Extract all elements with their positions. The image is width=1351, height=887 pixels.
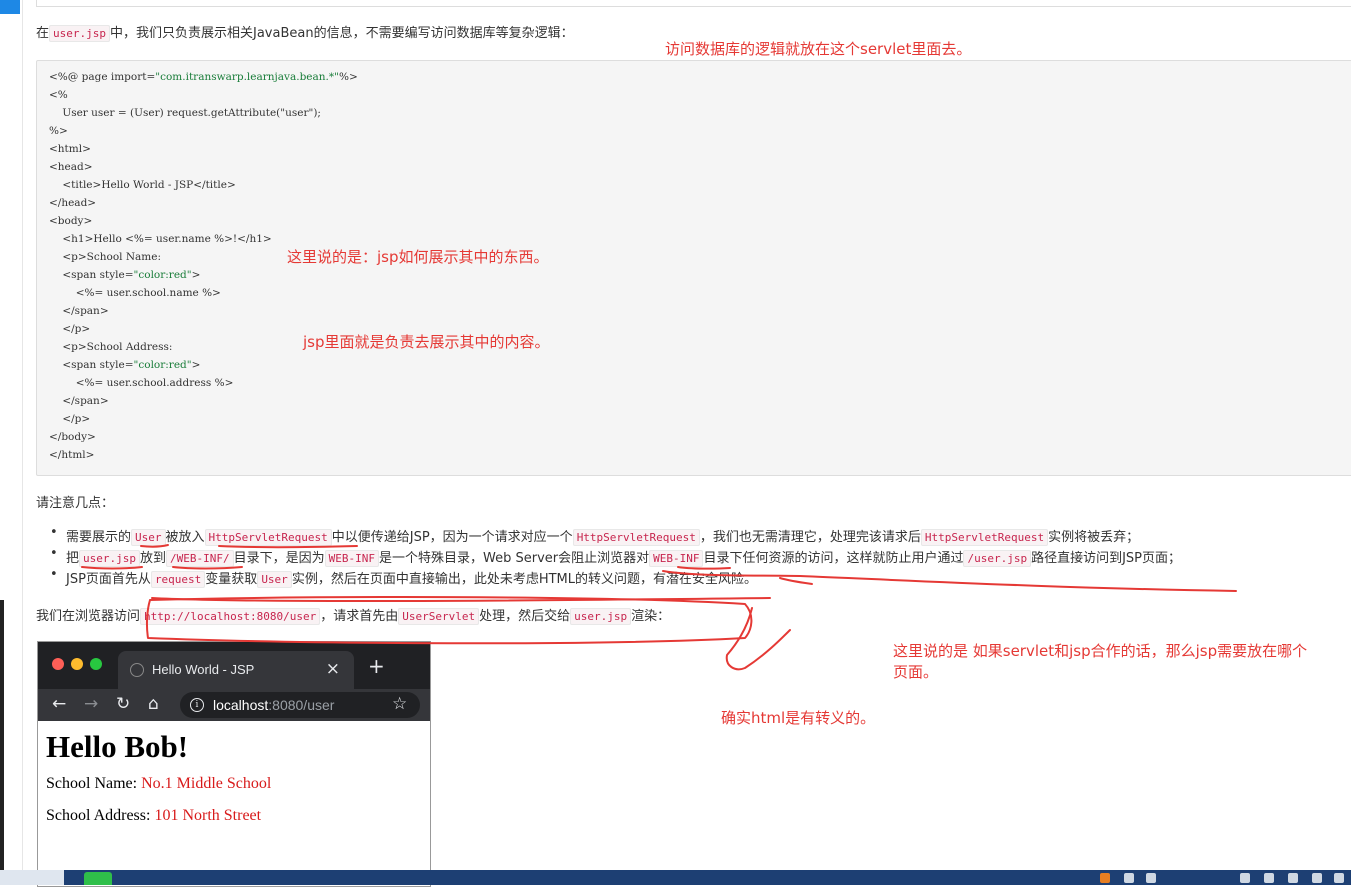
forward-arrow-icon[interactable]: → xyxy=(84,694,98,714)
code-line: </span> xyxy=(49,305,109,317)
tab-title: Hello World - JSP xyxy=(152,662,255,677)
annotation-html-escape: 确实html是有转义的。 xyxy=(721,709,876,727)
annotation-line: 页面。 xyxy=(893,663,939,681)
rail-accent xyxy=(0,0,20,14)
globe-icon xyxy=(130,663,144,677)
browser-toolbar: ← → ↻ ⌂ i localhost:8080/user ☆ xyxy=(38,689,430,721)
inline-code: User xyxy=(131,529,166,546)
windows-taskbar xyxy=(0,870,1351,885)
code-line: <span style="color:red"> xyxy=(49,359,201,371)
window-close-dot[interactable] xyxy=(52,658,64,670)
code-line: </body> xyxy=(49,431,96,443)
inline-code: HttpServletRequest xyxy=(572,529,700,546)
tray-icon[interactable] xyxy=(1240,873,1250,883)
inline-code: WEB-INF xyxy=(649,550,704,567)
inline-code: HttpServletRequest xyxy=(204,529,332,546)
annotation-jsp-display: 这里说的是：jsp如何展示其中的东西。 xyxy=(287,248,549,266)
annotation-jsp-content: jsp里面就是负责去展示其中的内容。 xyxy=(303,333,550,351)
annotation-servlet-logic: 访问数据库的逻辑就放在这个servlet里面去。 xyxy=(665,40,972,58)
code-line: <body> xyxy=(49,215,93,227)
code-line: <%= user.school.name %> xyxy=(49,287,221,299)
squiggle xyxy=(725,607,791,671)
tray-icon[interactable] xyxy=(1264,873,1274,883)
tray-volume-icon[interactable] xyxy=(1146,873,1156,883)
tray-icon[interactable] xyxy=(1334,873,1344,883)
code-block: <%@ page import="com.itranswarp.learnjav… xyxy=(36,60,1351,476)
previous-block-border xyxy=(36,0,1351,7)
code-line: </html> xyxy=(49,449,95,461)
annotation-line: 这里说的是 如果servlet和jsp合作的话，那么jsp需要放在哪个 xyxy=(893,642,1308,660)
rail-scroll-marker xyxy=(0,600,4,870)
new-tab-button[interactable]: + xyxy=(368,654,385,678)
code-line: <%@ page import="com.itranswarp.learnjav… xyxy=(49,71,358,83)
code-line: </p> xyxy=(49,323,91,335)
tray-network-icon[interactable] xyxy=(1124,873,1134,883)
reload-icon[interactable]: ↻ xyxy=(116,694,130,714)
code-line: <p>School Name: xyxy=(49,251,161,263)
notes-list: 需要展示的User被放入HttpServletRequest中以便传递给JSP，… xyxy=(50,525,1181,589)
inline-code: user.jsp xyxy=(79,550,140,567)
browser-screenshot: Hello World - JSP × + ← → ↻ ⌂ i localhos… xyxy=(37,641,431,887)
window-minimize-dot[interactable] xyxy=(71,658,83,670)
code-line: </span> xyxy=(49,395,109,407)
school-address-line: School Address: 101 North Street xyxy=(46,807,262,824)
inline-code-url: http://localhost:8080/user xyxy=(140,608,321,625)
school-name-line: School Name: No.1 Middle School xyxy=(46,775,272,792)
inline-code: request xyxy=(150,571,206,588)
browse-paragraph: 我们在浏览器访问 http://localhost:8080/user ，请求首先由… xyxy=(36,608,671,625)
start-button[interactable] xyxy=(0,870,64,885)
browser-tab-bar: Hello World - JSP × + xyxy=(38,642,430,689)
page-heading: Hello Bob! xyxy=(46,729,189,764)
tray-app-icon[interactable] xyxy=(1100,873,1110,883)
code-line: <head> xyxy=(49,161,93,173)
code-line: <% xyxy=(49,89,68,101)
info-icon[interactable]: i xyxy=(190,698,204,712)
inline-code: UserServlet xyxy=(398,608,480,625)
code-line: <h1>Hello <%= user.name %>!</h1> xyxy=(49,233,272,245)
circle-url-tail xyxy=(151,597,771,603)
annotation-jsp-placement: 这里说的是 如果servlet和jsp合作的话，那么jsp需要放在哪个 页面。 xyxy=(893,640,1307,682)
inline-code: User xyxy=(257,571,292,588)
code-line: </head> xyxy=(49,197,97,209)
inline-code: user.jsp xyxy=(49,25,110,42)
list-item: 把user.jsp放到/WEB-INF/目录下，是因为WEB-INF是一个特殊目… xyxy=(50,546,1181,568)
window-zoom-dot[interactable] xyxy=(90,658,102,670)
close-icon[interactable]: × xyxy=(326,659,340,679)
code-line: User user = (User) request.getAttribute(… xyxy=(49,107,321,119)
intro-text: 在 xyxy=(36,26,50,41)
intro-paragraph: 在 user.jsp 中，我们只负责展示相关JavaBean的信息，不需要编写访问数… xyxy=(36,22,574,42)
star-icon[interactable]: ☆ xyxy=(392,694,407,714)
code-line: </p> xyxy=(49,413,91,425)
chat-app-icon[interactable] xyxy=(84,872,112,885)
code-line: <%= user.school.address %> xyxy=(49,377,234,389)
inline-code: user.jsp xyxy=(570,608,632,625)
tray-icon[interactable] xyxy=(1312,873,1322,883)
code-line: <html> xyxy=(49,143,91,155)
intro-text: 中，我们只负责展示相关JavaBean的信息，不需要编写访问数据库等复杂逻辑： xyxy=(110,26,574,41)
tray-icon[interactable] xyxy=(1288,873,1298,883)
inline-code: WEB-INF xyxy=(324,550,379,567)
code-line: <span style="color:red"> xyxy=(49,269,201,281)
list-item: 需要展示的User被放入HttpServletRequest中以便传递给JSP，… xyxy=(50,525,1181,547)
inline-code: /WEB-INF/ xyxy=(166,550,234,567)
address-bar[interactable]: i localhost:8080/user xyxy=(180,692,420,718)
browser-tab[interactable]: Hello World - JSP × xyxy=(118,651,354,689)
code-line: %> xyxy=(49,125,68,137)
back-arrow-icon[interactable]: ← xyxy=(52,694,66,714)
notes-heading: 请注意几点： xyxy=(36,496,115,511)
inline-code: HttpServletRequest xyxy=(920,529,1049,546)
home-icon[interactable]: ⌂ xyxy=(148,694,159,714)
list-item: JSP页面首先从request变量获取User实例，然后在页面中直接输出，此处未… xyxy=(50,567,1181,589)
left-rail xyxy=(0,0,23,885)
inline-code: /user.jsp xyxy=(963,550,1032,567)
code-line: <p>School Address: xyxy=(49,341,173,353)
rendered-page: Hello Bob! School Name: No.1 Middle Scho… xyxy=(38,721,430,847)
code-line: <title>Hello World - JSP</title> xyxy=(49,179,236,191)
address-text[interactable]: localhost:8080/user xyxy=(213,697,334,713)
